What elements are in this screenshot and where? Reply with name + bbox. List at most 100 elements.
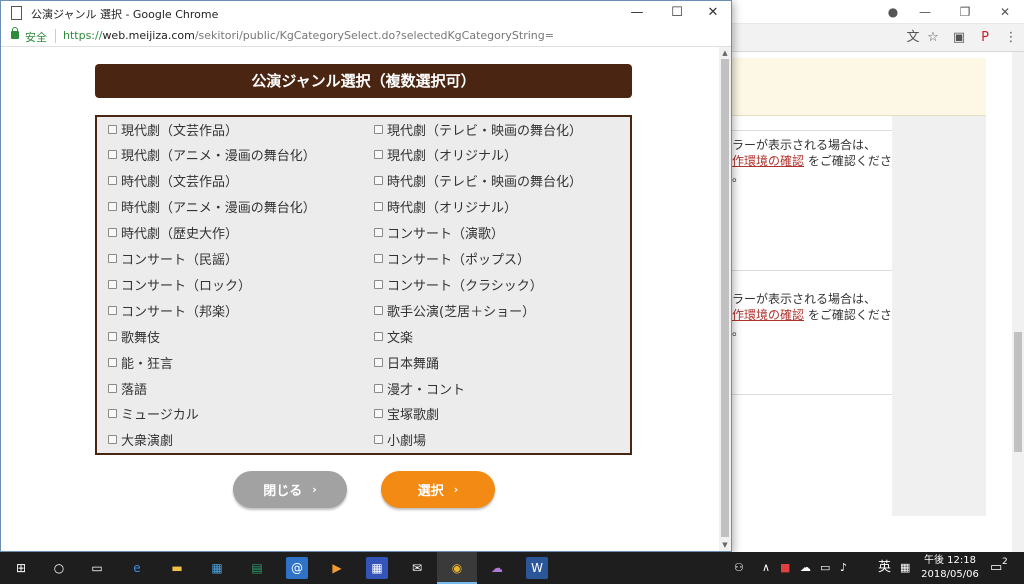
genre-option[interactable]: コンサート（民謡） [108,249,238,269]
genre-checkbox[interactable] [108,176,117,186]
maximize-button[interactable]: ☐ [657,1,697,25]
popup-scrollbar[interactable]: ▲ ▼ [719,47,731,551]
mail-envelope-icon[interactable]: ✉ [406,557,428,579]
genre-option[interactable]: コンサート（演歌） [374,223,504,243]
genre-option[interactable]: 宝塚歌劇 [374,404,439,424]
genre-option[interactable]: ミュージカル [108,404,199,424]
notification-icon[interactable]: ▭ [990,552,1002,584]
genre-option[interactable]: 歌手公演(芝居＋ショー） [374,300,535,320]
scrollbar-thumb[interactable] [1014,332,1022,452]
genre-checkbox[interactable] [374,435,383,445]
genre-option[interactable]: 小劇場 [374,430,426,450]
antivirus-icon[interactable]: ■ [780,552,790,584]
ime-indicator[interactable]: 英 [878,552,891,584]
genre-checkbox[interactable] [108,124,117,134]
genre-option[interactable]: 漫才・コント [374,378,465,398]
genre-checkbox[interactable] [108,409,117,419]
mail-icon[interactable]: @ [286,557,308,579]
close-button[interactable]: 閉じる › [233,471,347,508]
genre-checkbox[interactable] [374,279,383,289]
genre-checkbox[interactable] [374,202,383,212]
genre-option[interactable]: コンサート（クラシック） [374,274,543,294]
minimize-icon[interactable]: — [910,2,940,22]
genre-checkbox[interactable] [374,357,383,367]
genre-checkbox[interactable] [374,150,383,160]
genre-option[interactable]: 時代劇（オリジナル） [374,197,517,217]
genre-option[interactable]: 現代劇（アニメ・漫画の舞台化） [108,145,316,165]
genre-checkbox[interactable] [374,305,383,315]
windows-start-icon[interactable]: ⊞ [10,557,32,579]
word-icon[interactable]: W [526,557,548,579]
media-icon[interactable]: ▶ [326,557,348,579]
people-icon[interactable]: ⚇ [734,552,744,584]
genre-checkbox[interactable] [374,228,383,238]
genre-option[interactable]: 落語 [108,378,147,398]
calculator-icon[interactable]: ▦ [366,557,388,579]
genre-option[interactable]: 時代劇（アニメ・漫画の舞台化） [108,197,316,217]
translate-icon[interactable]: 文 [904,29,922,47]
genre-checkbox[interactable] [374,383,383,393]
onedrive-icon[interactable]: ☁ [800,552,811,584]
select-button[interactable]: 選択 › [381,471,495,508]
chrome-icon[interactable]: ◉ [446,557,468,579]
genre-checkbox[interactable] [108,150,117,160]
close-icon[interactable]: ✕ [990,2,1020,22]
keyboard-icon[interactable]: ▦ [900,552,910,584]
genre-option[interactable]: 時代劇（歴史大作） [108,223,238,243]
environment-link[interactable]: 作環境の確認 [732,154,804,168]
genre-checkbox[interactable] [108,331,117,341]
environment-link[interactable]: 作環境の確認 [732,308,804,322]
task-view-icon[interactable]: ▭ [86,557,108,579]
genre-checkbox[interactable] [374,331,383,341]
genre-option[interactable]: 現代劇（文芸作品） [108,119,238,139]
background-scrollbar[interactable] [1012,52,1024,552]
genre-checkbox[interactable] [108,228,117,238]
genre-checkbox[interactable] [108,254,117,263]
restore-icon[interactable]: ❐ [950,2,980,22]
cloud-icon[interactable]: ☁ [486,557,508,579]
genre-option[interactable]: コンサート（邦楽） [108,300,238,320]
genre-option[interactable]: 歌舞伎 [108,326,160,346]
genre-option[interactable]: コンサート（ロック） [108,274,251,294]
popup-address-bar[interactable]: 安全 https://web.meijiza.com/sekitori/publ… [1,25,731,47]
genre-checkbox[interactable] [108,383,117,393]
scrollbar-thumb[interactable] [721,59,729,537]
genre-option[interactable]: 大衆演劇 [108,430,173,450]
scroll-down-icon[interactable]: ▼ [719,539,731,551]
extension-icon[interactable]: ▣ [950,29,968,47]
genre-option[interactable]: 現代劇（テレビ・映画の舞台化） [374,119,582,139]
app-icon[interactable]: ▤ [246,557,268,579]
genre-checkbox[interactable] [374,254,383,263]
clock[interactable]: 午後 12:18 2018/05/06 [918,554,982,582]
genre-checkbox[interactable] [108,279,117,289]
network-icon[interactable]: ▭ [820,552,830,584]
file-explorer-icon[interactable]: ▬ [166,557,188,579]
menu-icon[interactable]: ⋮ [1002,29,1020,47]
genre-option[interactable]: コンサート（ポップス） [374,249,530,269]
edge-icon[interactable]: e [126,557,148,579]
genre-checkbox[interactable] [374,409,383,419]
close-window-button[interactable]: ✕ [693,1,733,25]
chevron-up-icon[interactable]: ∧ [762,552,770,584]
store-icon[interactable]: ▦ [206,557,228,579]
scroll-up-icon[interactable]: ▲ [719,47,731,59]
star-icon[interactable]: ☆ [924,29,942,47]
genre-option[interactable]: 日本舞踊 [374,352,439,372]
genre-option[interactable]: 能・狂言 [108,352,173,372]
genre-checkbox[interactable] [108,435,117,445]
url-text[interactable]: https://web.meijiza.com/sekitori/public/… [63,29,554,42]
genre-checkbox[interactable] [108,202,117,212]
genre-option[interactable]: 時代劇（文芸作品） [108,171,238,191]
genre-option[interactable]: 文楽 [374,326,413,346]
genre-checkbox[interactable] [108,357,117,367]
profile-icon[interactable]: ● [878,2,908,22]
pinterest-icon[interactable]: P [976,29,994,47]
genre-checkbox[interactable] [108,305,117,315]
sound-icon[interactable]: ♪ [840,552,847,584]
genre-option[interactable]: 時代劇（テレビ・映画の舞台化） [374,171,582,191]
minimize-button[interactable]: — [617,1,657,25]
genre-checkbox[interactable] [374,176,383,186]
search-icon[interactable]: ○ [48,557,70,579]
genre-checkbox[interactable] [374,124,383,134]
genre-option[interactable]: 現代劇（オリジナル） [374,145,517,165]
